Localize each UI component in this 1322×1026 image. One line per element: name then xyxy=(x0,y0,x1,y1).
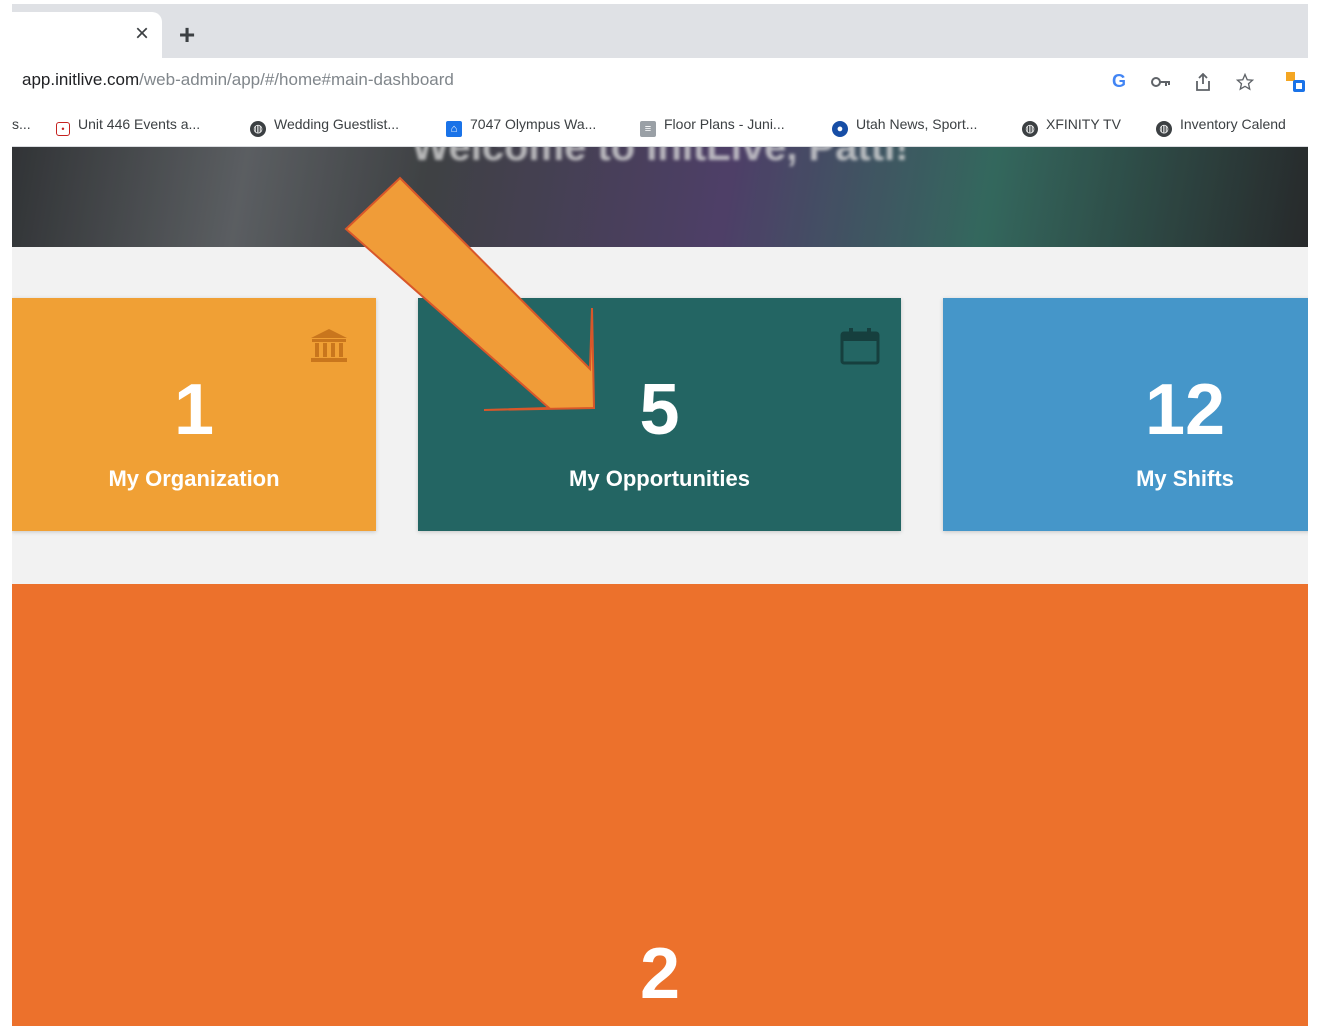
bookmark-label: Wedding Guestlist... xyxy=(274,116,400,132)
floorplan-favicon: ≡ xyxy=(640,121,656,137)
calendar-favicon: • xyxy=(56,122,70,136)
news-favicon: ● xyxy=(832,121,848,137)
star-icon[interactable] xyxy=(1232,68,1258,94)
new-tab-icon[interactable]: + xyxy=(172,20,202,50)
bookmark-label: Utah News, Sport... xyxy=(856,116,978,132)
calendar-icon xyxy=(839,326,881,366)
bookmarks-bar: s... • Unit 446 Events a... ◍ Wedding Gues… xyxy=(12,102,1308,147)
bookmark-label: XFINITY TV xyxy=(1046,116,1121,132)
extension-icon[interactable] xyxy=(1282,68,1308,94)
organization-count: 1 xyxy=(173,370,215,450)
organization-label: My Organization xyxy=(108,466,280,491)
my-shifts-card[interactable]: 12 My Shifts xyxy=(943,298,1308,531)
browser-viewport: × + app.initlive.com/web-admin/app/#/hom… xyxy=(12,4,1308,1026)
address-bar[interactable]: app.initlive.com/web-admin/app/#/home#ma… xyxy=(22,70,454,90)
google-icon[interactable]: G xyxy=(1106,68,1132,94)
tab-strip: × + xyxy=(12,4,1308,58)
bookmark-label: Unit 446 Events a... xyxy=(78,116,201,132)
panel-count: 2 xyxy=(639,934,681,1014)
url-path: /web-admin/app/#/home#main-dashboard xyxy=(139,70,454,89)
share-icon[interactable] xyxy=(1190,68,1216,94)
opportunities-label: My Opportunities xyxy=(569,466,750,491)
orange-stat-panel[interactable]: 2 xyxy=(12,584,1308,1026)
bookmark-6[interactable]: ◍ XFINITY TV xyxy=(1022,114,1121,137)
key-icon[interactable] xyxy=(1148,68,1174,94)
shifts-count: 12 xyxy=(1144,370,1226,450)
globe-icon: ◍ xyxy=(250,121,266,137)
bookmark-0[interactable]: s... xyxy=(12,114,31,134)
close-tab-icon[interactable]: × xyxy=(128,20,156,48)
url-host: app.initlive.com xyxy=(22,70,140,89)
bookmark-label: Inventory Calend xyxy=(1180,116,1286,132)
my-opportunities-card[interactable]: 5 My Opportunities xyxy=(418,298,901,531)
bookmark-5[interactable]: ● Utah News, Sport... xyxy=(832,114,978,137)
bookmark-1[interactable]: • Unit 446 Events a... xyxy=(56,114,201,136)
bookmark-2[interactable]: ◍ Wedding Guestlist... xyxy=(250,114,400,137)
bookmark-label: Floor Plans - Juni... xyxy=(664,116,785,132)
bookmark-label: s... xyxy=(12,116,31,132)
bookmark-3[interactable]: ⌂ 7047 Olympus Wa... xyxy=(446,114,597,137)
globe-icon: ◍ xyxy=(1022,121,1038,137)
opportunities-count: 5 xyxy=(639,370,680,450)
welcome-banner: Welcome to InitLive, Patti! xyxy=(12,147,1308,247)
bookmark-4[interactable]: ≡ Floor Plans - Juni... xyxy=(640,114,785,137)
globe-icon: ◍ xyxy=(1156,121,1172,137)
house-favicon: ⌂ xyxy=(446,121,462,137)
shifts-label: My Shifts xyxy=(1136,466,1234,491)
bookmark-label: 7047 Olympus Wa... xyxy=(470,116,597,132)
bank-icon xyxy=(308,326,350,366)
active-tab[interactable]: × xyxy=(12,12,162,58)
banner-overlay xyxy=(12,147,1308,247)
address-bar-row: app.initlive.com/web-admin/app/#/home#ma… xyxy=(12,58,1308,102)
bookmark-7[interactable]: ◍ Inventory Calend xyxy=(1156,114,1286,137)
my-organization-card[interactable]: 1 My Organization xyxy=(12,298,376,531)
